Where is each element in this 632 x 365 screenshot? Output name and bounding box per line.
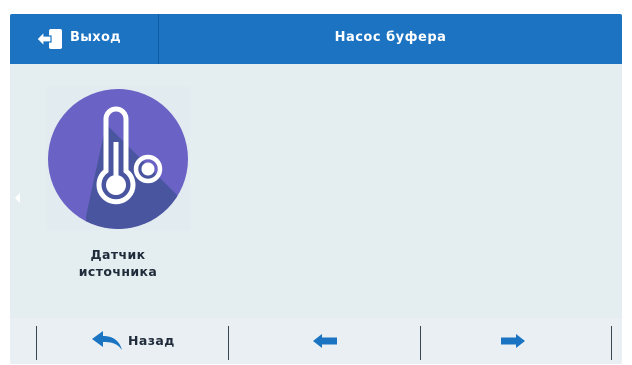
- footer-separator: [611, 326, 612, 360]
- tile-label-line2: источника: [78, 264, 158, 279]
- back-arrow-icon: [92, 331, 122, 350]
- exit-icon: [36, 29, 62, 49]
- arrow-right-icon: [501, 334, 525, 348]
- page-title: Насос буфера: [334, 30, 447, 45]
- prev-button[interactable]: [229, 318, 420, 364]
- scroll-left-indicator-icon: [15, 193, 20, 203]
- tile-label-line1: Датчик: [90, 247, 146, 262]
- footer-bar: Назад: [10, 318, 622, 364]
- thermometer-icon: [48, 89, 188, 229]
- screen: Выход Насос буфера Датчик источника Наза…: [10, 14, 622, 364]
- back-button[interactable]: Назад: [37, 318, 228, 364]
- next-button[interactable]: [421, 318, 611, 364]
- header-bar: Выход Насос буфера: [10, 14, 622, 64]
- back-label: Назад: [128, 333, 175, 348]
- tile-label: Датчик источника: [40, 246, 196, 280]
- arrow-left-icon: [313, 334, 337, 348]
- exit-label: Выход: [70, 30, 121, 45]
- exit-button[interactable]: Выход: [10, 14, 158, 64]
